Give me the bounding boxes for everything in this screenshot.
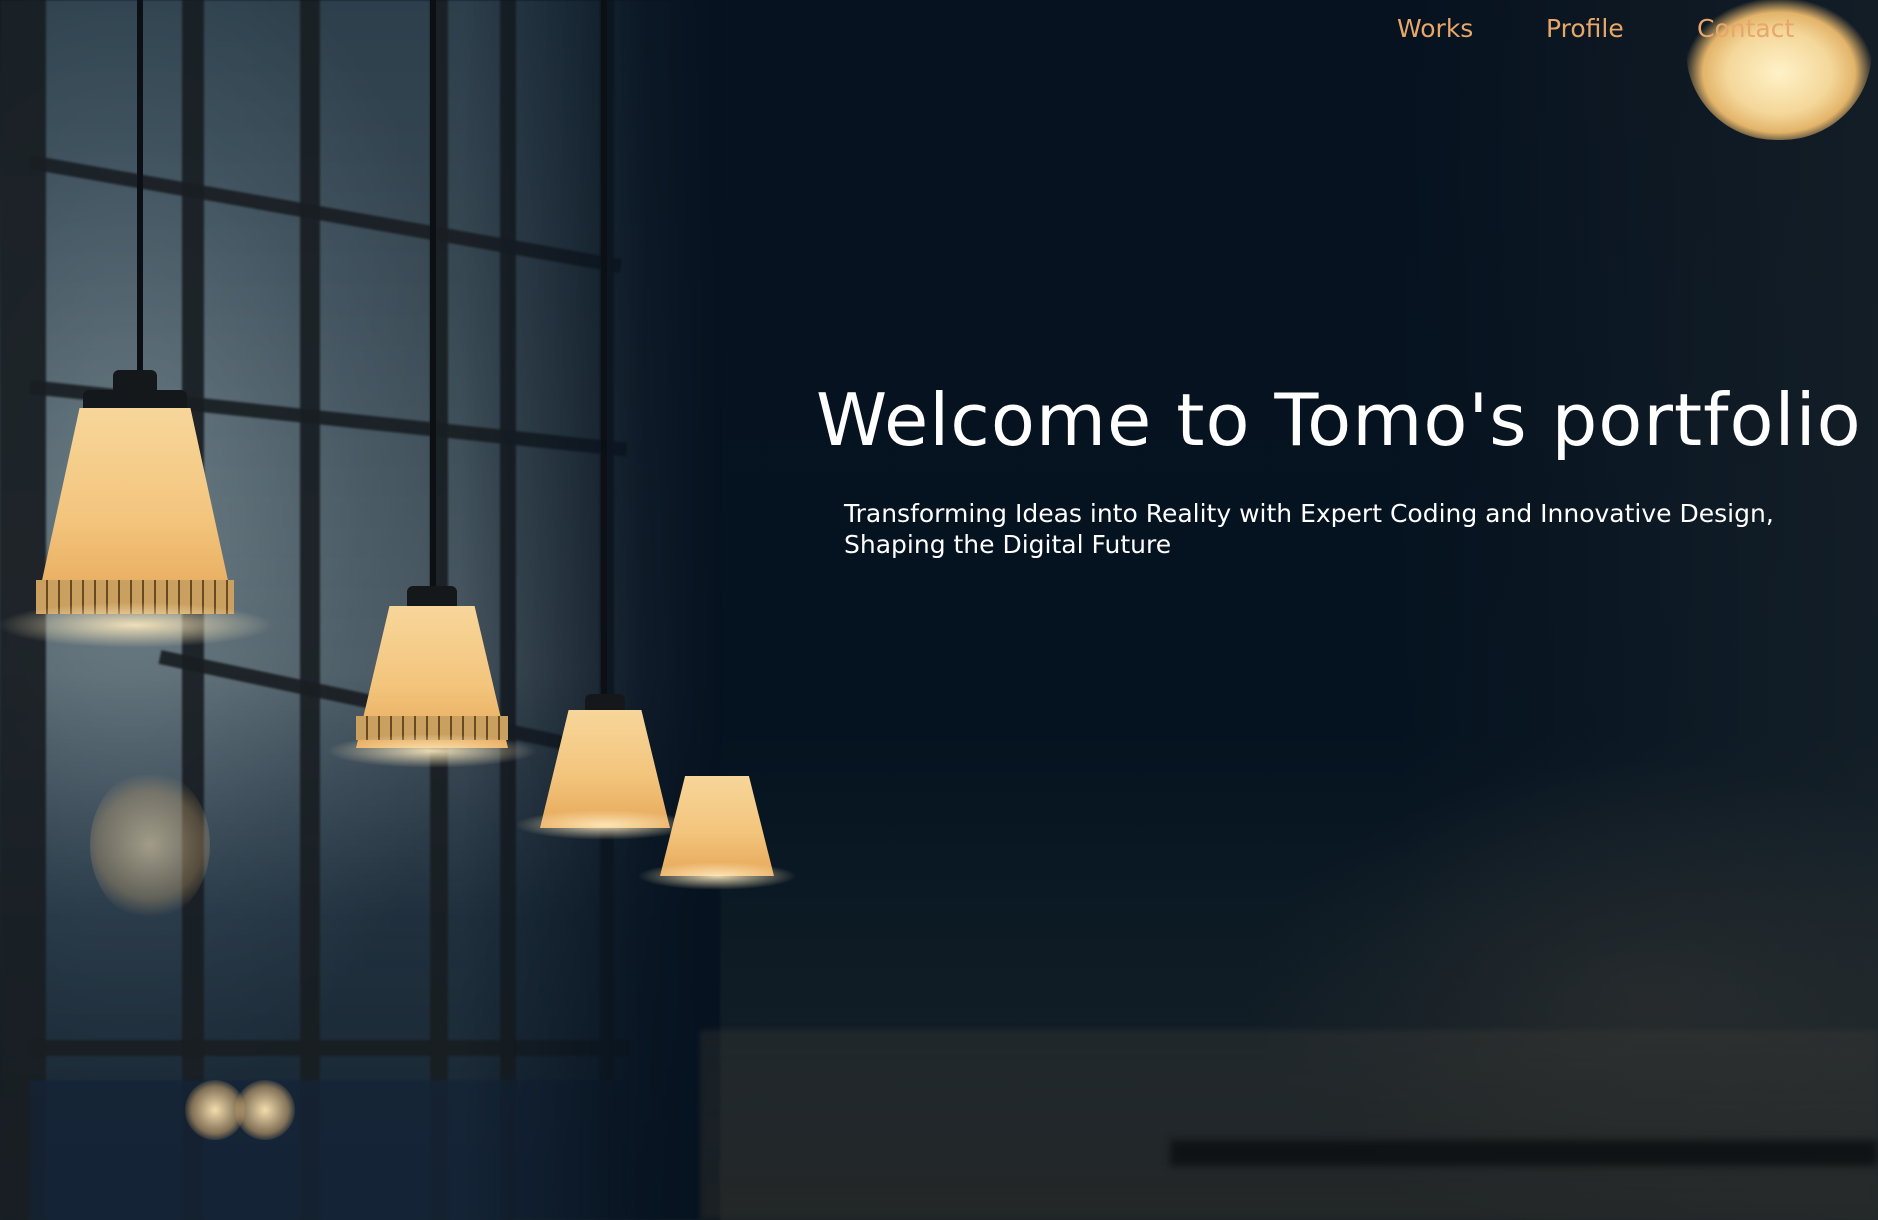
lamp-cord [601,0,607,700]
background-counter [1170,1140,1878,1166]
pendant-lamp-icon [325,586,539,772]
nav-link-works[interactable]: Works [1397,14,1473,43]
hero-subtitle: Transforming Ideas into Reality with Exp… [844,499,1774,559]
bokeh-light [235,1080,295,1140]
bokeh-light [90,770,210,920]
page-title: Welcome to Tomo's portfolio [816,378,1862,462]
lamp-cord [430,0,436,590]
pendant-lamp-icon [514,694,696,844]
pendant-lamp-icon [0,370,274,648]
hero-section: Works Profile Contact Welcome to Tomo's … [0,0,1878,1220]
nav-link-profile[interactable]: Profile [1546,14,1624,43]
pendant-lamp-icon [637,772,797,892]
main-nav: Works Profile Contact [0,0,1878,60]
nav-link-contact[interactable]: Contact [1697,14,1794,43]
background-floor [700,1030,1878,1220]
